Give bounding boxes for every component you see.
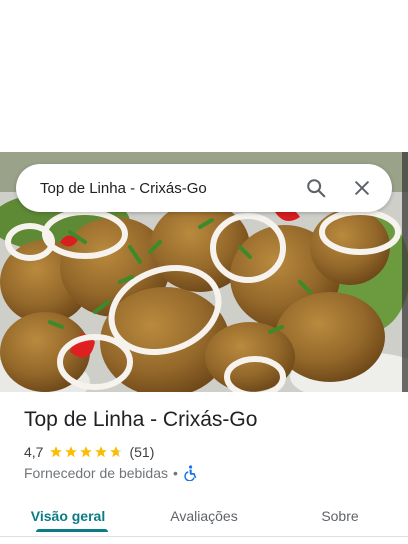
- star-icon: [50, 446, 63, 458]
- place-category[interactable]: Fornecedor de bebidas: [24, 465, 168, 481]
- star-icon: [95, 446, 108, 458]
- search-icon: [307, 179, 326, 198]
- search-input[interactable]: Top de Linha - Crixás-Go: [16, 180, 296, 197]
- place-panel: Top de Linha - Crixás-Go Top de Linha - …: [0, 0, 408, 544]
- active-tab-indicator: [36, 529, 108, 532]
- tab-label: Visão geral: [30, 508, 106, 524]
- star-rating: [49, 445, 124, 459]
- reviews-count[interactable]: (51): [129, 444, 154, 460]
- tab-overview[interactable]: Visão geral: [0, 496, 136, 536]
- category-row: Fornecedor de bebidas •: [24, 465, 197, 481]
- rating-row[interactable]: 4,7 (51): [24, 444, 154, 460]
- tabs-divider: [0, 536, 408, 537]
- search-button[interactable]: [296, 168, 336, 208]
- close-button[interactable]: [342, 168, 382, 208]
- star-icon: [80, 446, 93, 458]
- place-title: Top de Linha - Crixás-Go: [24, 408, 258, 431]
- tab-label: Sobre: [321, 508, 359, 524]
- close-icon: [355, 181, 369, 195]
- tab-about[interactable]: Sobre: [272, 496, 408, 536]
- rating-value: 4,7: [24, 444, 44, 460]
- tab-label: Avaliações: [170, 508, 238, 524]
- search-bar[interactable]: Top de Linha - Crixás-Go: [16, 164, 392, 212]
- separator-dot: •: [173, 465, 178, 481]
- blank-area: [0, 0, 408, 152]
- place-tabs: Visão geral Avaliações Sobre: [0, 496, 408, 536]
- photo-scroll-edge: [402, 152, 408, 392]
- wheelchair-icon[interactable]: [183, 465, 197, 481]
- star-icon: [65, 446, 78, 458]
- star-half-icon: [110, 446, 123, 458]
- tab-reviews[interactable]: Avaliações: [136, 496, 272, 536]
